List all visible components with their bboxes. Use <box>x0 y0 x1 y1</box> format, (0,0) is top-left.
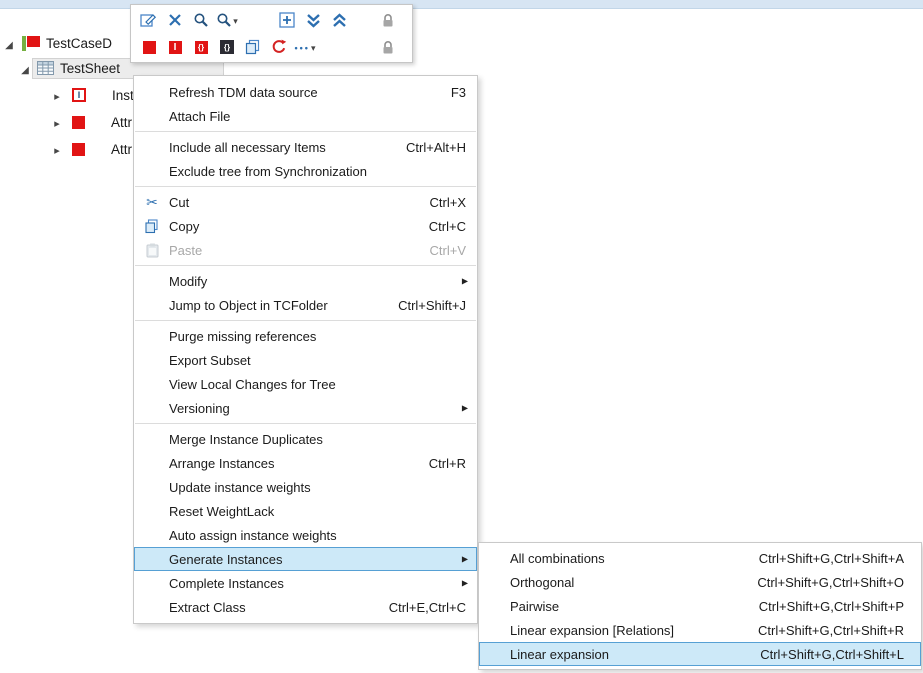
collapse-all-button[interactable] <box>326 8 352 32</box>
copy-icon <box>145 219 159 234</box>
toolbar-row-2: I {} {} <box>136 34 407 60</box>
submenu-item-linear-expansion[interactable]: Linear expansion Ctrl+Shift+G,Ctrl+Shift… <box>479 642 921 666</box>
pencil-square-icon <box>140 12 158 28</box>
attribute-button[interactable] <box>136 35 162 59</box>
attribute-icon <box>72 116 85 129</box>
tree-label[interactable]: TestCaseD <box>46 36 112 51</box>
tree-row-attribute[interactable]: Attr <box>50 137 132 161</box>
menu-item-refresh-tdm-data-source[interactable]: Refresh TDM data source F3 <box>134 80 477 104</box>
tree-label[interactable]: Attr <box>111 142 132 157</box>
red-i-square-icon: I <box>169 41 182 54</box>
tree-row-instance[interactable]: I Inst <box>50 83 134 107</box>
menu-item-exclude-tree-from-synchronization[interactable]: Exclude tree from Synchronization <box>134 159 477 183</box>
red-braces-icon: {} <box>195 41 208 54</box>
search-options-button[interactable] <box>214 8 240 32</box>
menu-item-merge-instance-duplicates[interactable]: Merge Instance Duplicates <box>134 427 477 451</box>
refresh-icon <box>271 39 287 55</box>
submenu-item-all-combinations[interactable]: All combinations Ctrl+Shift+G,Ctrl+Shift… <box>479 546 921 570</box>
tree-label[interactable]: Attr <box>111 115 132 130</box>
toolbar-row-1 <box>136 7 407 33</box>
menu-item-complete-instances[interactable]: Complete Instances <box>134 571 477 595</box>
magnifier-icon <box>216 12 232 28</box>
generate-instances-submenu: All combinations Ctrl+Shift+G,Ctrl+Shift… <box>478 542 922 670</box>
class-braces-button[interactable]: {} <box>188 35 214 59</box>
copy-stack-icon <box>245 39 261 55</box>
attribute-icon <box>72 143 85 156</box>
lock-button[interactable] <box>375 8 401 32</box>
submenu-item-pairwise[interactable]: Pairwise Ctrl+Shift+G,Ctrl+Shift+P <box>479 594 921 618</box>
menu-separator <box>135 131 476 132</box>
menu-item-copy[interactable]: Copy Ctrl+C <box>134 214 477 238</box>
expand-all-button[interactable] <box>300 8 326 32</box>
menu-separator <box>135 320 476 321</box>
menu-separator <box>135 186 476 187</box>
delete-button[interactable] <box>162 8 188 32</box>
menu-item-modify[interactable]: Modify <box>134 269 477 293</box>
chevron-down-icon <box>232 11 238 29</box>
plus-square-icon <box>279 12 295 28</box>
lock-icon <box>381 13 395 28</box>
application-window: TestCaseD TestSheet I Inst Attr <box>0 0 923 673</box>
red-square-icon <box>143 41 156 54</box>
search-button[interactable] <box>188 8 214 32</box>
menu-item-generate-instances[interactable]: Generate Instances <box>134 547 477 571</box>
menu-item-arrange-instances[interactable]: Arrange Instances Ctrl+R <box>134 451 477 475</box>
menu-item-jump-to-object-in-tcfolder[interactable]: Jump to Object in TCFolder Ctrl+Shift+J <box>134 293 477 317</box>
double-chevron-down-icon <box>306 13 321 28</box>
tree-label[interactable]: Inst <box>112 88 134 103</box>
more-options-button[interactable] <box>292 35 318 59</box>
clipboard-icon <box>146 243 159 258</box>
scissors-icon <box>146 194 158 211</box>
submenu-item-linear-expansion-relations[interactable]: Linear expansion [Relations] Ctrl+Shift+… <box>479 618 921 642</box>
expander-closed-icon[interactable] <box>50 142 64 157</box>
menu-item-paste[interactable]: Paste Ctrl+V <box>134 238 477 262</box>
menu-item-include-all-necessary-items[interactable]: Include all necessary Items Ctrl+Alt+H <box>134 135 477 159</box>
menu-item-attach-file[interactable]: Attach File <box>134 104 477 128</box>
menu-item-export-subset[interactable]: Export Subset <box>134 348 477 372</box>
ellipsis-icon <box>295 38 310 56</box>
x-icon <box>168 13 182 27</box>
duplicate-button[interactable] <box>240 35 266 59</box>
instance-button[interactable]: I <box>162 35 188 59</box>
menu-separator <box>135 265 476 266</box>
edit-button[interactable] <box>136 8 162 32</box>
menu-item-update-instance-weights[interactable]: Update instance weights <box>134 475 477 499</box>
refresh-button[interactable] <box>266 35 292 59</box>
class-braces-dark-button[interactable]: {} <box>214 35 240 59</box>
menu-item-purge-missing-references[interactable]: Purge missing references <box>134 324 477 348</box>
menu-item-extract-class[interactable]: Extract Class Ctrl+E,Ctrl+C <box>134 595 477 619</box>
double-chevron-up-icon <box>332 13 347 28</box>
table-icon <box>37 61 54 75</box>
magnifier-icon <box>193 12 209 28</box>
chevron-down-icon <box>310 38 316 56</box>
menu-item-versioning[interactable]: Versioning <box>134 396 477 420</box>
dark-braces-icon: {} <box>220 40 234 54</box>
instance-icon: I <box>72 88 86 102</box>
menu-item-auto-assign-instance-weights[interactable]: Auto assign instance weights <box>134 523 477 547</box>
menu-item-reset-weightlack[interactable]: Reset WeightLack <box>134 499 477 523</box>
lock-icon <box>381 40 395 55</box>
expander-open-icon[interactable] <box>2 36 16 51</box>
menu-item-cut[interactable]: Cut Ctrl+X <box>134 190 477 214</box>
menu-item-view-local-changes-for-tree[interactable]: View Local Changes for Tree <box>134 372 477 396</box>
flag-icon <box>22 36 40 51</box>
add-item-button[interactable] <box>274 8 300 32</box>
expander-closed-icon[interactable] <box>50 88 64 103</box>
context-menu: Refresh TDM data source F3 Attach File I… <box>133 75 478 624</box>
expander-closed-icon[interactable] <box>50 115 64 130</box>
lock-button[interactable] <box>375 35 401 59</box>
floating-toolbar: I {} {} <box>130 4 413 63</box>
submenu-item-orthogonal[interactable]: Orthogonal Ctrl+Shift+G,Ctrl+Shift+O <box>479 570 921 594</box>
tree-row-attribute[interactable]: Attr <box>50 110 132 134</box>
expander-open-icon[interactable] <box>18 61 32 76</box>
menu-separator <box>135 423 476 424</box>
tree-row-testcase[interactable]: TestCaseD <box>2 31 112 55</box>
tree-label[interactable]: TestSheet <box>60 61 120 76</box>
